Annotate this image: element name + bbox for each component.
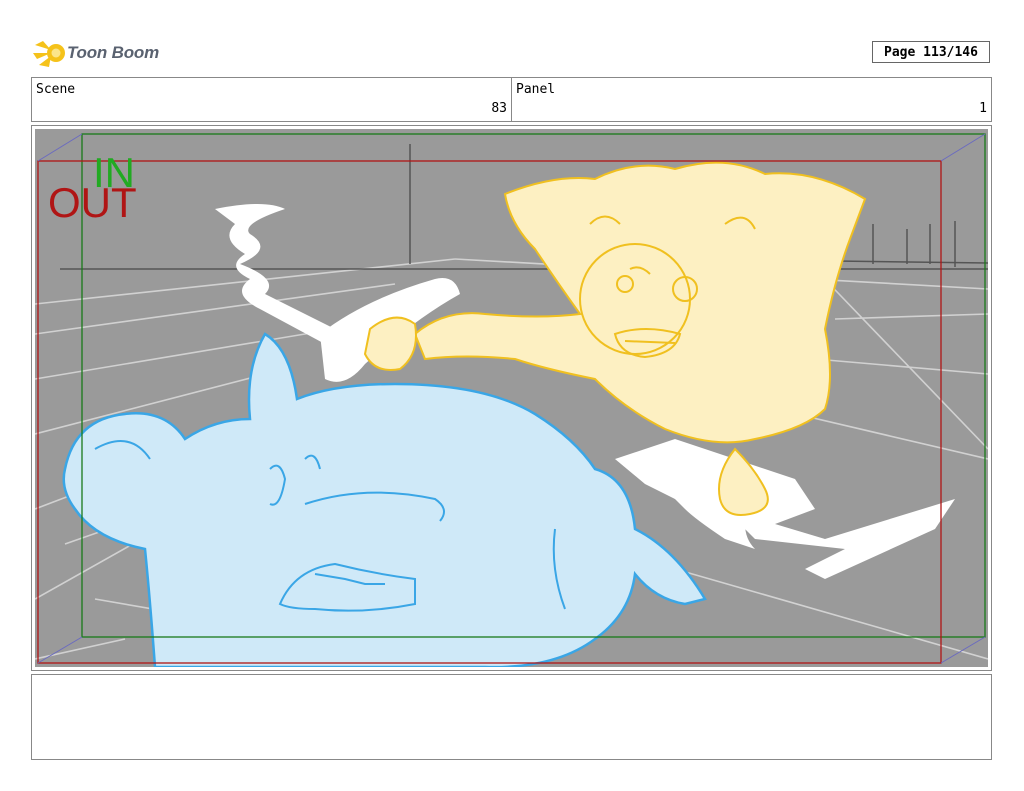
- panel-value: 1: [979, 101, 987, 116]
- logo-text: Toon Boom: [67, 43, 159, 62]
- panel-label: Panel: [516, 82, 556, 97]
- out-label: OUT: [48, 179, 137, 226]
- toon-boom-logo: Toon Boom: [33, 36, 163, 70]
- scene-panel-info: Scene 83 Panel 1: [31, 77, 992, 122]
- toon-boom-logo-icon: [33, 41, 65, 67]
- storyboard-drawing: IN OUT: [35, 129, 988, 667]
- storyboard-panel-frame: IN OUT: [31, 125, 992, 671]
- panel-notes: [31, 674, 992, 760]
- scene-label: Scene: [36, 82, 76, 97]
- scene-cell: Scene 83: [32, 78, 512, 121]
- scene-value: 83: [491, 101, 507, 116]
- panel-cell: Panel 1: [512, 78, 991, 121]
- page-number: Page 113/146: [872, 41, 990, 63]
